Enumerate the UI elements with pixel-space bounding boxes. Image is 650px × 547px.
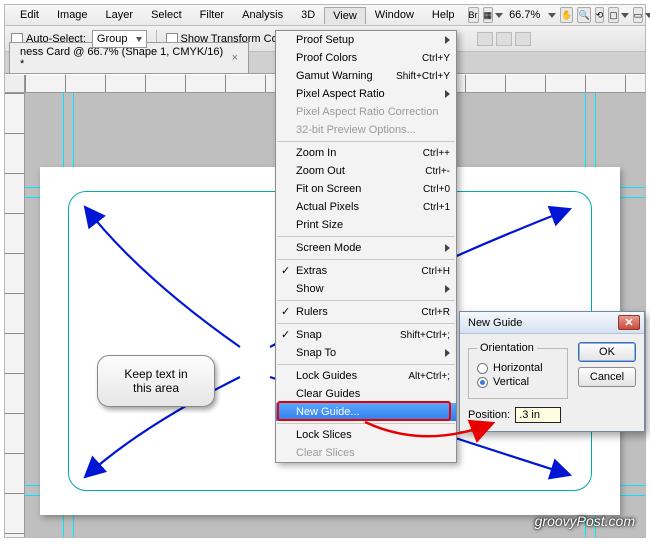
annotation-red-arrow (5, 5, 650, 547)
watermark: groovyPost.com (535, 513, 635, 529)
